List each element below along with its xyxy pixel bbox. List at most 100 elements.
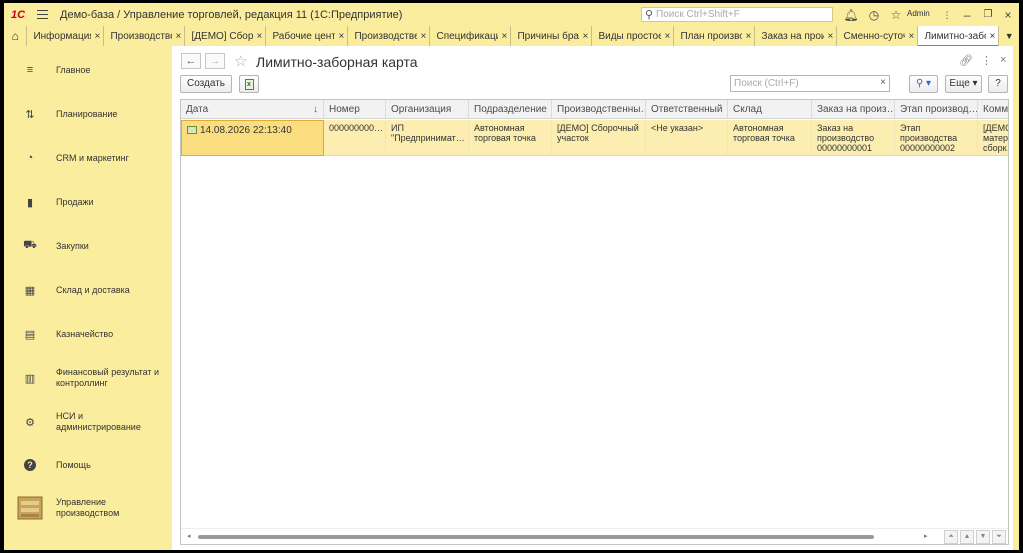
- sidebar-item-treasury[interactable]: ▤ Казначейство: [4, 327, 171, 341]
- cell-production-unit[interactable]: [ДЕМО] Сборочный участок: [552, 120, 646, 156]
- sidebar-item-purchases[interactable]: ⛟ Закупки: [4, 239, 171, 253]
- cell-date[interactable]: 14.08.2026 22:13:40: [181, 120, 324, 156]
- column-header-date[interactable]: Дата ↓: [181, 100, 324, 119]
- back-arrow-icon[interactable]: ←: [181, 53, 201, 69]
- document-list-table[interactable]: Дата ↓ Номер Организация Подразделение Пр…: [180, 99, 1009, 545]
- scroll-left-icon[interactable]: ◂: [187, 532, 191, 540]
- app-logo[interactable]: 1С: [4, 9, 32, 21]
- column-header-department[interactable]: Подразделение: [469, 100, 552, 119]
- help-button[interactable]: ?: [988, 75, 1008, 93]
- bell-icon[interactable]: 🔔︎: [842, 6, 860, 24]
- main-menu-icon[interactable]: [32, 3, 54, 26]
- column-header-comment[interactable]: Комме: [978, 100, 1008, 119]
- tab-downtime-types[interactable]: Виды простоев×: [592, 26, 675, 46]
- cell-number[interactable]: 000000000…: [324, 120, 386, 156]
- close-window-icon[interactable]: ×: [999, 6, 1017, 24]
- tab-work-centers[interactable]: Рабочие центры×: [266, 26, 349, 46]
- sidebar-item-label: Помощь: [56, 459, 91, 470]
- tab-close-icon[interactable]: ×: [498, 31, 510, 42]
- sidebar-item-planning[interactable]: ⇅ Планирование: [4, 107, 171, 121]
- global-search[interactable]: ⚲ Поиск Ctrl+Shift+F: [641, 7, 833, 22]
- table-row[interactable]: 14.08.2026 22:13:40 000000000… ИП "Предп…: [181, 120, 1008, 156]
- tab-limit-card[interactable]: Лимитно-заборная×: [918, 26, 1000, 47]
- tab-close-icon[interactable]: ×: [742, 31, 754, 42]
- list-search-input[interactable]: [731, 76, 876, 91]
- scroll-right-icon[interactable]: ▸: [924, 532, 928, 540]
- column-header-production-order[interactable]: Заказ на произ…: [812, 100, 895, 119]
- tab-production[interactable]: Производственн…×: [104, 26, 186, 46]
- list-search-box[interactable]: ×: [730, 75, 890, 92]
- horizontal-scrollbar[interactable]: ◂ ▸ ⏶ ▲ ▼ ⏷: [181, 528, 1008, 544]
- scroll-last-icon[interactable]: ⏷: [992, 530, 1006, 544]
- tab-close-icon[interactable]: ×: [417, 31, 429, 42]
- column-header-production-stage[interactable]: Этап производ…: [895, 100, 978, 119]
- tab-production-units[interactable]: Производственные×: [348, 26, 431, 46]
- sidebar-item-warehouse[interactable]: ▦ Склад и доставка: [4, 283, 171, 297]
- tab-close-icon[interactable]: ×: [824, 31, 836, 42]
- minimize-icon[interactable]: –: [958, 6, 976, 24]
- sidebar-item-crm[interactable]: ◔ CRM и маркетинг: [4, 151, 171, 165]
- tab-production-order[interactable]: Заказ на производство×: [755, 26, 838, 46]
- cell-responsible[interactable]: <Не указан>: [646, 120, 728, 156]
- sidebar-item-help[interactable]: ? Помощь: [4, 458, 171, 472]
- tab-close-icon[interactable]: ×: [172, 31, 184, 42]
- excel-export-icon[interactable]: x: [239, 75, 259, 93]
- create-button[interactable]: Создать: [180, 75, 232, 93]
- dropdown-icon[interactable]: ⋮: [938, 6, 956, 24]
- scroll-up-icon[interactable]: ▲: [960, 530, 974, 544]
- scroll-down-icon[interactable]: ▼: [976, 530, 990, 544]
- tab-close-icon[interactable]: ×: [253, 31, 265, 42]
- sort-arrow-icon[interactable]: ↓: [313, 100, 318, 119]
- clear-search-icon[interactable]: ×: [880, 77, 886, 88]
- more-button[interactable]: Еще ▾: [945, 75, 982, 93]
- column-header-organization[interactable]: Организация: [386, 100, 469, 119]
- forward-arrow-icon[interactable]: →: [205, 53, 225, 69]
- tabs-more-icon[interactable]: ▼: [999, 26, 1019, 46]
- cell-department[interactable]: Автономная торговая точка: [469, 120, 552, 156]
- tab-close-icon[interactable]: ×: [335, 31, 347, 42]
- tab-production-plan[interactable]: План производства×: [674, 26, 756, 46]
- window-title: Демо-база / Управление торговлей, редакц…: [60, 8, 403, 21]
- tab-shift-report[interactable]: Сменно-суточное×: [837, 26, 919, 46]
- more-actions-icon[interactable]: ⋮: [981, 54, 992, 67]
- search-button[interactable]: ⚲ ▾: [909, 75, 938, 93]
- current-user[interactable]: Admin: [907, 9, 930, 18]
- sidebar-item-production[interactable]: Управление производством: [4, 492, 171, 524]
- tab-close-icon[interactable]: ×: [91, 31, 103, 42]
- link-icon[interactable]: 🔗︎: [959, 54, 973, 67]
- column-header-production-unit[interactable]: Производственны…: [552, 100, 646, 119]
- cell-production-stage[interactable]: Этап производства 00000000002 от…: [895, 120, 978, 156]
- cell-comment[interactable]: [ДЕМО] матер… сборк…: [978, 120, 1008, 156]
- history-icon[interactable]: ◷: [865, 6, 883, 24]
- cell-organization[interactable]: ИП "Предпринимат…: [386, 120, 469, 156]
- sidebar-item-admin[interactable]: ⚙ НСИ и администрирование: [4, 410, 171, 434]
- scrollbar-thumb[interactable]: [198, 535, 874, 539]
- column-header-number[interactable]: Номер: [324, 100, 386, 119]
- scroll-first-icon[interactable]: ⏶: [944, 530, 958, 544]
- tab-close-icon[interactable]: ×: [986, 31, 998, 42]
- tab-info[interactable]: Информация ×: [27, 26, 105, 46]
- close-form-icon[interactable]: ×: [1000, 54, 1006, 66]
- tab-close-icon[interactable]: ×: [905, 31, 917, 42]
- favorite-star-icon[interactable]: ☆: [234, 52, 247, 70]
- sidebar-item-finance[interactable]: ▥ Финансовый результат и контроллинг: [4, 366, 171, 390]
- sidebar-item-label: Продажи: [56, 196, 94, 207]
- sidebar-item-label: Склад и доставка: [56, 284, 130, 295]
- home-icon[interactable]: ⌂: [4, 26, 28, 46]
- cell-warehouse[interactable]: Автономная торговая точка: [728, 120, 812, 156]
- sidebar-item-sales[interactable]: ▮ Продажи: [4, 195, 171, 209]
- restore-icon[interactable]: ❐: [979, 6, 997, 24]
- column-header-responsible[interactable]: Ответственный: [646, 100, 728, 119]
- column-header-warehouse[interactable]: Склад: [728, 100, 812, 119]
- tab-defect-reasons[interactable]: Причины брака×: [511, 26, 593, 46]
- sidebar-item-label: CRM и маркетинг: [56, 152, 129, 163]
- tab-specifications[interactable]: Спецификации×: [430, 26, 512, 46]
- tab-close-icon[interactable]: ×: [661, 31, 673, 42]
- tab-assembly[interactable]: [ДЕМО] Сборочный×: [185, 26, 267, 46]
- cell-production-order[interactable]: Заказ на производство 00000000001 от…: [812, 120, 895, 156]
- tab-close-icon[interactable]: ×: [579, 31, 591, 42]
- sidebar-item-main[interactable]: ≡ Главное: [4, 63, 171, 77]
- sidebar-item-label: Закупки: [56, 240, 89, 251]
- tab-label: Виды простоев: [598, 30, 662, 42]
- favorites-star-icon[interactable]: ☆: [887, 6, 905, 24]
